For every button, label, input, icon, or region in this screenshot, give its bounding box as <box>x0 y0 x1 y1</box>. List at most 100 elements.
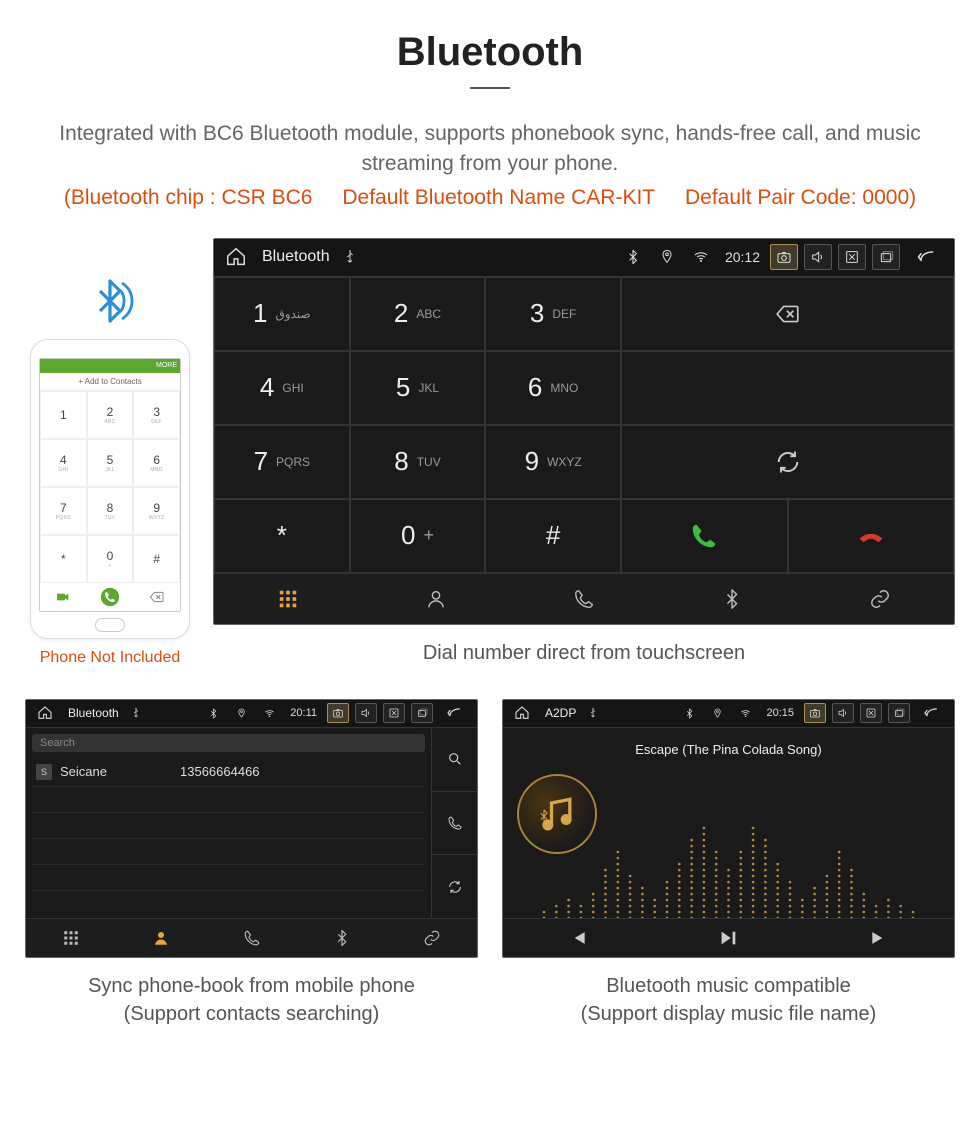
close-app-button[interactable] <box>383 703 405 723</box>
usb-icon <box>125 703 147 723</box>
recent-apps-button[interactable] <box>888 703 910 723</box>
spec-pair: Default Pair Code: 0000) <box>685 186 916 209</box>
tab-pair[interactable] <box>387 919 477 957</box>
music-screenshot: A2DP 20:15 Escape (The Pina Colada Song) <box>502 699 955 958</box>
dialer-key-0[interactable]: 0+ <box>350 499 486 573</box>
prev-track-button[interactable] <box>503 919 653 957</box>
location-icon <box>706 703 728 723</box>
next-track-button[interactable] <box>804 919 954 957</box>
volume-button[interactable] <box>832 703 854 723</box>
phone-home-button <box>95 618 125 632</box>
spec-line: (Bluetooth chip : CSR BC6 Default Blueto… <box>25 186 955 210</box>
volume-button[interactable] <box>355 703 377 723</box>
dialer-key-4[interactable]: 4GHI <box>214 351 350 425</box>
contact-number: 13566664466 <box>180 764 260 779</box>
volume-button[interactable] <box>804 244 832 270</box>
tab-keypad[interactable] <box>214 574 362 624</box>
bluetooth-icon <box>202 703 224 723</box>
usb-icon <box>336 244 364 270</box>
dialer-key-2[interactable]: 2ABC <box>350 277 486 351</box>
home-icon[interactable] <box>34 703 56 723</box>
screenshot-button[interactable] <box>770 244 798 270</box>
side-search-button[interactable] <box>432 728 477 792</box>
home-icon[interactable] <box>222 244 250 270</box>
status-title: A2DP <box>545 706 576 720</box>
contact-row-empty <box>32 865 425 891</box>
phone-backspace-icon <box>133 583 180 611</box>
status-title: Bluetooth <box>68 706 119 720</box>
phone-key: 7PQRS <box>40 487 87 535</box>
close-app-button[interactable] <box>838 244 866 270</box>
screenshot-button[interactable] <box>327 703 349 723</box>
hangup-button[interactable] <box>788 499 955 573</box>
phone-key: 3DEF <box>133 391 180 439</box>
phone-topbar: MORE <box>40 359 180 373</box>
screenshot-button[interactable] <box>804 703 826 723</box>
status-bar: Bluetooth 20:11 <box>26 700 477 728</box>
phone-mockup: MORE + Add to Contacts 12ABC3DEF4GHI5JKL… <box>30 339 190 639</box>
dialer-key-7[interactable]: 7PQRS <box>214 425 350 499</box>
back-button[interactable] <box>916 703 946 723</box>
status-time: 20:15 <box>766 707 794 719</box>
location-icon <box>230 703 252 723</box>
close-app-button[interactable] <box>860 703 882 723</box>
recent-apps-button[interactable] <box>411 703 433 723</box>
dialer-screenshot: Bluetooth 20:12 1صندوق2ABC3DEF4GHI5JKL6M… <box>213 238 955 625</box>
call-button[interactable] <box>621 499 788 573</box>
play-pause-button[interactable] <box>653 919 803 957</box>
phone-key: 1 <box>40 391 87 439</box>
contact-name: Seicane <box>60 764 180 779</box>
contact-row-empty <box>32 787 425 813</box>
tab-keypad[interactable] <box>26 919 116 957</box>
song-title: Escape (The Pina Colada Song) <box>635 742 821 757</box>
contact-row-empty <box>32 839 425 865</box>
side-call-button[interactable] <box>432 792 477 856</box>
phone-key: 6MNO <box>133 439 180 487</box>
title-underline <box>470 87 510 89</box>
side-sync-button[interactable] <box>432 855 477 918</box>
location-icon <box>653 244 681 270</box>
wifi-icon <box>687 244 715 270</box>
dialer-key-*[interactable]: * <box>214 499 350 573</box>
phone-caption: Phone Not Included <box>25 649 195 667</box>
dialer-key-5[interactable]: 5JKL <box>350 351 486 425</box>
contact-row-empty <box>32 813 425 839</box>
tab-contacts[interactable] <box>116 919 206 957</box>
wifi-icon <box>258 703 280 723</box>
back-button[interactable] <box>439 703 469 723</box>
tab-call-log[interactable] <box>206 919 296 957</box>
spec-name: Default Bluetooth Name CAR-KIT <box>342 186 655 209</box>
phone-key: 0+ <box>87 535 134 583</box>
phone-key: 2ABC <box>87 391 134 439</box>
status-title: Bluetooth <box>262 248 330 266</box>
dialer-key-#[interactable]: # <box>485 499 621 573</box>
dialer-key-8[interactable]: 8TUV <box>350 425 486 499</box>
tab-pair[interactable] <box>806 574 954 624</box>
contacts-screenshot: Bluetooth 20:11 Search S <box>25 699 478 958</box>
phone-key: * <box>40 535 87 583</box>
dialer-key-6[interactable]: 6MNO <box>485 351 621 425</box>
recent-apps-button[interactable] <box>872 244 900 270</box>
sync-key[interactable] <box>621 425 954 499</box>
home-icon[interactable] <box>511 703 533 723</box>
spec-chip: (Bluetooth chip : CSR BC6 <box>64 186 313 209</box>
usb-icon <box>582 703 604 723</box>
phone-key: 9WXYZ <box>133 487 180 535</box>
dialer-spacer <box>621 351 954 425</box>
search-input[interactable]: Search <box>32 734 425 752</box>
backspace-key[interactable] <box>621 277 954 351</box>
contact-row[interactable]: S Seicane 13566664466 <box>32 758 425 787</box>
dialer-key-1[interactable]: 1صندوق <box>214 277 350 351</box>
tab-call-log[interactable] <box>510 574 658 624</box>
dialer-caption: Dial number direct from touchscreen <box>213 639 955 667</box>
phone-video-icon <box>40 583 87 611</box>
back-button[interactable] <box>906 244 946 270</box>
tab-bluetooth[interactable] <box>658 574 806 624</box>
tab-contacts[interactable] <box>362 574 510 624</box>
dialer-key-3[interactable]: 3DEF <box>485 277 621 351</box>
page-title: Bluetooth <box>25 30 955 75</box>
dialer-key-9[interactable]: 9WXYZ <box>485 425 621 499</box>
visualizer <box>503 808 954 918</box>
phone-call-icon <box>87 583 134 611</box>
tab-bluetooth[interactable] <box>297 919 387 957</box>
